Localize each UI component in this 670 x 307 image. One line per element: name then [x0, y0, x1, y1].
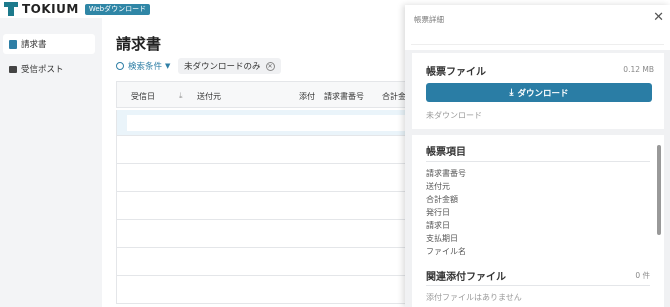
download-status: 未ダウンロード [426, 111, 482, 120]
column-header-total[interactable]: 合計金 [382, 91, 406, 102]
panel-subheader [411, 31, 664, 45]
logo[interactable]: TOKIUM Webダウンロード [4, 2, 151, 16]
detail-panel: 帳票詳細 ✕ 帳票ファイル 0.12 MB ⤓ ダウンロード 未ダウンロード 帳… [405, 5, 670, 307]
download-button[interactable]: ⤓ ダウンロード [426, 83, 652, 102]
table-row[interactable] [116, 276, 416, 304]
items-section-title: 帳票項目 [426, 147, 466, 158]
table-header: 受信日 ⤓ 送付元 添付 請求書番号 合計金 [116, 81, 416, 108]
table-row[interactable] [116, 220, 416, 248]
search-icon [116, 62, 124, 70]
field-issue-date: 発行日 [426, 208, 450, 217]
attachments-count: 0 件 [635, 271, 650, 280]
page-title: 請求書 [116, 35, 162, 53]
attachments-section-title: 関連添付ファイル [426, 272, 506, 283]
sidebar-item-invoices[interactable]: 請求書 [3, 34, 95, 54]
field-total-amount: 合計金額 [426, 195, 458, 204]
invoice-table: 受信日 ⤓ 送付元 添付 請求書番号 合計金 [116, 81, 416, 304]
attachments-empty-text: 添付ファイルはありません [426, 293, 522, 302]
field-due-date: 支払期日 [426, 234, 458, 243]
panel-title: 帳票詳細 [414, 15, 444, 24]
tokium-logo-icon [4, 2, 18, 16]
table-row[interactable] [116, 248, 416, 276]
field-file-name: ファイル名 [426, 247, 466, 256]
column-header-sender[interactable]: 送付元 [197, 91, 221, 102]
items-section: 帳票項目 請求書番号 送付元 合計金額 発行日 請求日 支払期日 ファイル名 関… [412, 135, 664, 307]
scrollbar-thumb[interactable] [657, 145, 661, 235]
download-icon: ⤓ [509, 87, 514, 98]
app-badge: Webダウンロード [84, 3, 151, 15]
filter-button[interactable]: 検索条件 ▼ [116, 60, 170, 72]
panel-header: 帳票詳細 ✕ [405, 5, 670, 50]
field-invoice-number: 請求書番号 [426, 169, 466, 178]
filter-chip-label: 未ダウンロードのみ [184, 62, 261, 72]
sidebar-item-label: 請求書 [21, 40, 47, 50]
column-header-attachment[interactable]: 添付 [299, 91, 315, 102]
close-icon[interactable]: ✕ [653, 10, 664, 25]
document-icon [9, 39, 17, 49]
divider [426, 161, 650, 162]
sidebar-item-label: 受信ポスト [21, 65, 64, 75]
divider [426, 285, 650, 286]
table-row[interactable] [116, 164, 416, 192]
download-button-label: ダウンロード [517, 88, 569, 99]
sidebar-item-inbox[interactable]: 受信ポスト [3, 59, 95, 79]
close-icon[interactable]: ✕ [265, 61, 275, 71]
file-section-title: 帳票ファイル [426, 67, 486, 78]
column-header-invoice-number[interactable]: 請求書番号 [324, 91, 364, 102]
logo-text: TOKIUM [22, 2, 79, 16]
table-row[interactable] [116, 192, 416, 220]
download-icon: ⤓ [179, 91, 183, 100]
file-section: 帳票ファイル 0.12 MB ⤓ ダウンロード 未ダウンロード [412, 53, 664, 129]
field-billing-date: 請求日 [426, 221, 450, 230]
table-row[interactable] [116, 110, 416, 136]
filter-chip: 未ダウンロードのみ ✕ [178, 58, 281, 74]
column-header-received-date[interactable]: 受信日 [131, 91, 155, 102]
chevron-down-icon: ▼ [165, 62, 171, 70]
file-size: 0.12 MB [623, 65, 654, 74]
filter-label: 検索条件 [128, 62, 163, 72]
scrollbar[interactable] [657, 139, 661, 305]
table-row[interactable] [116, 136, 416, 164]
folder-icon [9, 65, 17, 73]
field-sender: 送付元 [426, 182, 450, 191]
sidebar: 請求書 受信ポスト [0, 27, 100, 307]
